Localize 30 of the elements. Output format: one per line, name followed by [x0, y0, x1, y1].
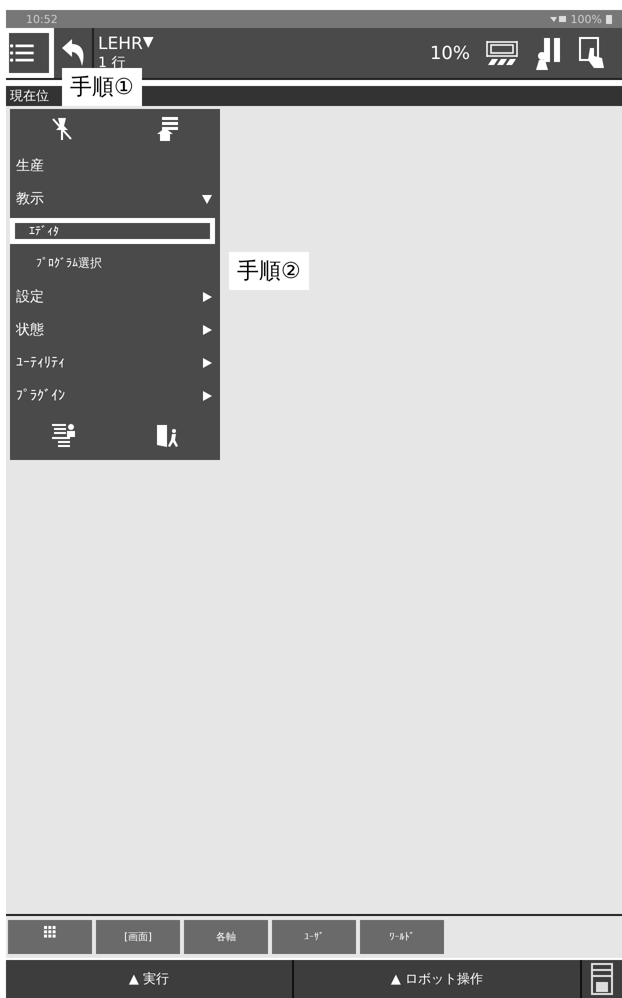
submenu-item[interactable]: ﾌﾟﾛｸﾞﾗﾑ選択 — [14, 247, 216, 280]
menu-item[interactable]: ﾕｰﾃｨﾘﾃｨ — [10, 346, 220, 379]
menu-item[interactable]: 生産 — [10, 149, 220, 182]
position-label: 現在位 — [10, 88, 49, 105]
undo-icon[interactable] — [60, 38, 86, 68]
step-callout: 手順② — [229, 252, 309, 290]
menu-item[interactable]: 設定 — [10, 280, 220, 313]
menu-item[interactable]: ﾌﾟﾗｸﾞｲﾝ — [10, 379, 220, 412]
menu-item[interactable]: 教示 — [10, 182, 220, 215]
jog-tab[interactable]: ﾕｰｻﾞ — [272, 920, 356, 954]
menu-item[interactable]: 状態 — [10, 313, 220, 346]
exit-door-icon[interactable] — [154, 423, 180, 449]
unpin-icon[interactable] — [50, 116, 74, 142]
battery-level: 100% — [570, 12, 602, 26]
speed-value[interactable]: 10% — [430, 42, 470, 64]
battery-icon — [606, 14, 612, 24]
submenu-item[interactable]: ｴﾃﾞｨﾀ — [10, 218, 215, 244]
auto-mode-icon[interactable] — [484, 39, 520, 67]
jog-tab[interactable]: 各軸 — [184, 920, 268, 954]
dropdown-marker[interactable]: ▼ — [142, 34, 154, 54]
step-callout: 手順① — [62, 68, 142, 106]
jog-tab[interactable]: [画面] — [96, 920, 180, 954]
pendant-icon[interactable] — [590, 962, 614, 996]
menu-button[interactable] — [4, 28, 54, 78]
status-time: 10:52 — [26, 12, 58, 26]
grid-icon — [44, 926, 56, 938]
jog-tab[interactable]: ﾜｰﾙﾄﾞ — [360, 920, 444, 954]
user-list-icon[interactable] — [50, 422, 76, 450]
grid-button[interactable] — [8, 920, 92, 954]
program-name[interactable]: LEHR — [98, 34, 143, 54]
